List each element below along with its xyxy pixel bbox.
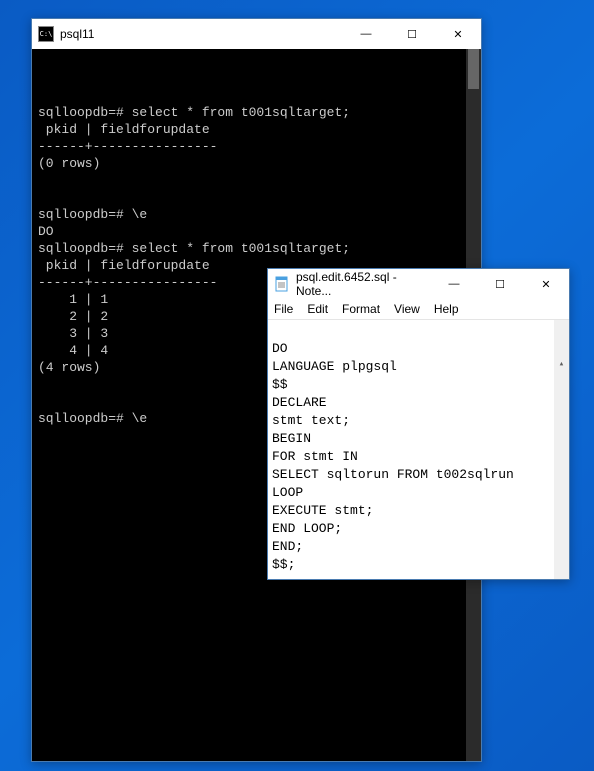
notepad-titlebar[interactable]: psql.edit.6452.sql - Note... — ☐ ✕	[268, 269, 569, 299]
notepad-scrollbar[interactable]: ▴	[554, 320, 569, 579]
notepad-icon	[274, 276, 290, 292]
terminal-line: sqlloopdb=# select * from t001sqltarget;	[38, 105, 350, 120]
terminal-line: ------+----------------	[38, 139, 217, 154]
scroll-up-icon[interactable]: ▴	[554, 356, 569, 371]
notepad-title: psql.edit.6452.sql - Note...	[296, 270, 431, 298]
terminal-line: pkid | fieldforupdate	[38, 258, 210, 273]
notepad-body[interactable]: DO LANGUAGE plpgsql $$ DECLARE stmt text…	[268, 319, 569, 579]
notepad-window-controls: — ☐ ✕	[431, 269, 569, 299]
minimize-button[interactable]: —	[343, 19, 389, 49]
maximize-button[interactable]: ☐	[389, 19, 435, 49]
close-button[interactable]: ✕	[523, 269, 569, 299]
terminal-line: sqlloopdb=# \e	[38, 207, 147, 222]
terminal-line: (4 rows)	[38, 360, 100, 375]
terminal-line: 2 | 2	[38, 309, 108, 324]
terminal-titlebar[interactable]: C:\ psql11 — ☐ ✕	[32, 19, 481, 49]
cmd-icon: C:\	[38, 26, 54, 42]
notepad-line: END;	[272, 539, 303, 554]
terminal-line: 1 | 1	[38, 292, 108, 307]
minimize-button[interactable]: —	[431, 269, 477, 299]
notepad-line: stmt text;	[272, 413, 350, 428]
menu-help[interactable]: Help	[434, 302, 459, 316]
notepad-line: EXECUTE stmt;	[272, 503, 373, 518]
terminal-line: 4 | 4	[38, 343, 108, 358]
terminal-line: DO	[38, 224, 54, 239]
terminal-line: sqlloopdb=# select * from t001sqltarget;	[38, 241, 350, 256]
notepad-line: $$;	[272, 557, 295, 572]
notepad-line: FOR stmt IN	[272, 449, 358, 464]
notepad-window: psql.edit.6452.sql - Note... — ☐ ✕ File …	[267, 268, 570, 580]
close-button[interactable]: ✕	[435, 19, 481, 49]
notepad-line: DECLARE	[272, 395, 327, 410]
notepad-line: DO	[272, 341, 288, 356]
menu-view[interactable]: View	[394, 302, 420, 316]
terminal-line: sqlloopdb=# \e	[38, 411, 147, 426]
notepad-line: BEGIN	[272, 431, 311, 446]
terminal-line: pkid | fieldforupdate	[38, 122, 210, 137]
notepad-line: END LOOP;	[272, 521, 342, 536]
terminal-window-controls: — ☐ ✕	[343, 19, 481, 49]
terminal-line: ------+----------------	[38, 275, 217, 290]
notepad-line: LANGUAGE plpgsql	[272, 359, 397, 374]
terminal-line: (0 rows)	[38, 156, 100, 171]
terminal-line: 3 | 3	[38, 326, 108, 341]
notepad-menubar: File Edit Format View Help	[268, 299, 569, 319]
menu-file[interactable]: File	[274, 302, 293, 316]
notepad-line: SELECT sqltorun FROM t002sqlrun	[272, 467, 514, 482]
notepad-line: LOOP	[272, 485, 303, 500]
menu-format[interactable]: Format	[342, 302, 380, 316]
menu-edit[interactable]: Edit	[307, 302, 328, 316]
terminal-title: psql11	[60, 27, 343, 41]
terminal-scroll-thumb[interactable]	[468, 49, 479, 89]
notepad-line: $$	[272, 377, 288, 392]
maximize-button[interactable]: ☐	[477, 269, 523, 299]
